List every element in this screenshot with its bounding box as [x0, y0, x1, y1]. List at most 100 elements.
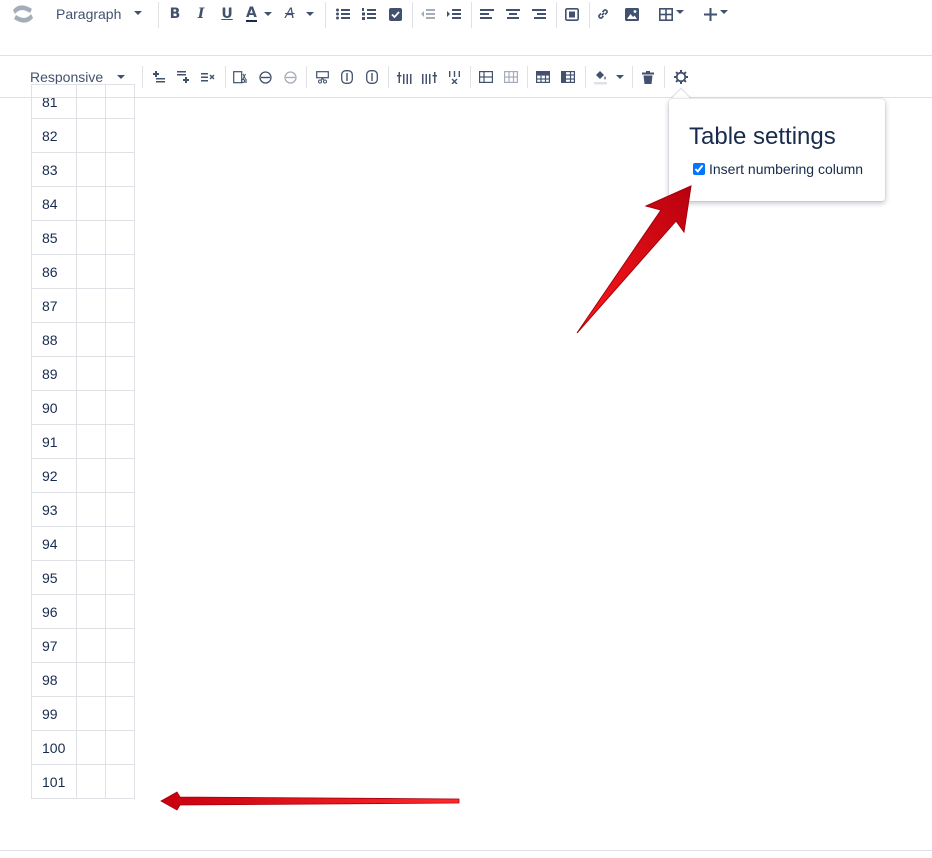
table-cell[interactable]: [105, 560, 135, 595]
insert-row-above-button[interactable]: [150, 66, 168, 88]
row-number-cell[interactable]: 97: [31, 628, 77, 663]
row-number-cell[interactable]: 88: [31, 322, 77, 357]
paragraph-style-dropdown[interactable]: Paragraph: [50, 2, 150, 26]
row-number-cell[interactable]: 92: [31, 458, 77, 493]
merge-cells-button[interactable]: [476, 66, 496, 88]
row-number-cell[interactable]: 93: [31, 492, 77, 527]
cell-color-button[interactable]: [590, 66, 626, 88]
split-cells-button[interactable]: [501, 66, 521, 88]
table-cell[interactable]: [76, 662, 106, 697]
table-cell[interactable]: [105, 526, 135, 561]
table-cell[interactable]: [76, 628, 106, 663]
table-cell[interactable]: [76, 186, 106, 221]
table-cell[interactable]: [105, 356, 135, 391]
table-cell[interactable]: [76, 356, 106, 391]
table-cell[interactable]: [105, 390, 135, 425]
table-cell[interactable]: [76, 254, 106, 289]
table-cell[interactable]: [105, 492, 135, 527]
table-cell[interactable]: [76, 730, 106, 765]
table-cell[interactable]: [76, 458, 106, 493]
copy-column-button[interactable]: [337, 66, 357, 88]
delete-table-button[interactable]: [638, 66, 658, 88]
row-number-cell[interactable]: 84: [31, 186, 77, 221]
table-settings-button[interactable]: [671, 66, 691, 88]
outdent-button[interactable]: [418, 2, 438, 26]
row-number-cell[interactable]: 85: [31, 220, 77, 255]
insert-image-button[interactable]: [622, 2, 642, 26]
align-left-button[interactable]: [477, 2, 497, 26]
bold-button[interactable]: B: [165, 2, 185, 26]
table-cell[interactable]: [76, 492, 106, 527]
table-cell[interactable]: [76, 322, 106, 357]
insert-column-after-button[interactable]: [419, 66, 439, 88]
paste-column-button[interactable]: [362, 66, 382, 88]
align-center-button[interactable]: [503, 2, 523, 26]
numbering-column-option[interactable]: Insert numbering column: [693, 161, 863, 177]
table-cell[interactable]: [105, 118, 135, 153]
table-cell[interactable]: [105, 186, 135, 221]
table-cell[interactable]: [105, 662, 135, 697]
row-number-cell[interactable]: 91: [31, 424, 77, 459]
table-cell[interactable]: [76, 594, 106, 629]
table-cell[interactable]: [76, 288, 106, 323]
align-right-button[interactable]: [529, 2, 549, 26]
table-cell[interactable]: [105, 594, 135, 629]
row-number-cell[interactable]: 81: [31, 84, 77, 119]
task-list-button[interactable]: [385, 2, 405, 26]
table-cell[interactable]: [76, 118, 106, 153]
delete-column-button[interactable]: [444, 66, 464, 88]
table-cell[interactable]: [76, 424, 106, 459]
cut-column-button[interactable]: [312, 66, 332, 88]
table-cell[interactable]: [105, 220, 135, 255]
italic-button[interactable]: I: [191, 2, 211, 26]
row-number-cell[interactable]: 95: [31, 560, 77, 595]
row-number-cell[interactable]: 100: [31, 730, 77, 765]
table-cell[interactable]: [76, 220, 106, 255]
table-cell[interactable]: [76, 152, 106, 187]
table-cell[interactable]: [105, 458, 135, 493]
table-cell[interactable]: [76, 84, 106, 119]
table-cell[interactable]: [105, 424, 135, 459]
table-cell[interactable]: [105, 288, 135, 323]
numbering-column-checkbox[interactable]: [693, 163, 705, 175]
paste-row-button[interactable]: [280, 66, 300, 88]
table-cell[interactable]: [105, 322, 135, 357]
table-cell[interactable]: [105, 730, 135, 765]
table-cell[interactable]: [105, 764, 135, 799]
bullet-list-button[interactable]: [333, 2, 353, 26]
cut-row-button[interactable]: [230, 66, 250, 88]
text-color-button[interactable]: A: [243, 2, 273, 26]
row-number-cell[interactable]: 90: [31, 390, 77, 425]
header-column-button[interactable]: [558, 66, 578, 88]
table-cell[interactable]: [105, 84, 135, 119]
row-number-cell[interactable]: 82: [31, 118, 77, 153]
row-number-cell[interactable]: 87: [31, 288, 77, 323]
table-cell[interactable]: [76, 764, 106, 799]
insert-row-below-button[interactable]: [174, 66, 192, 88]
row-number-cell[interactable]: 83: [31, 152, 77, 187]
insert-link-button[interactable]: [593, 2, 613, 26]
indent-button[interactable]: [444, 2, 464, 26]
table-cell[interactable]: [105, 152, 135, 187]
insert-column-before-button[interactable]: [394, 66, 414, 88]
table-cell[interactable]: [76, 390, 106, 425]
table-cell[interactable]: [105, 628, 135, 663]
table-cell[interactable]: [76, 696, 106, 731]
row-number-cell[interactable]: 89: [31, 356, 77, 391]
table-cell[interactable]: [76, 560, 106, 595]
row-number-cell[interactable]: 94: [31, 526, 77, 561]
underline-button[interactable]: U: [217, 2, 237, 26]
more-formatting-button[interactable]: A: [282, 2, 316, 26]
page-layout-button[interactable]: [562, 2, 582, 26]
table-cell[interactable]: [76, 526, 106, 561]
row-number-cell[interactable]: 99: [31, 696, 77, 731]
delete-row-button[interactable]: [198, 66, 218, 88]
row-number-cell[interactable]: 101: [31, 764, 77, 799]
insert-table-button[interactable]: [655, 2, 687, 26]
header-row-button[interactable]: [533, 66, 553, 88]
row-number-cell[interactable]: 98: [31, 662, 77, 697]
insert-more-button[interactable]: [700, 2, 732, 26]
numbered-list-button[interactable]: [359, 2, 379, 26]
row-number-cell[interactable]: 96: [31, 594, 77, 629]
row-number-cell[interactable]: 86: [31, 254, 77, 289]
